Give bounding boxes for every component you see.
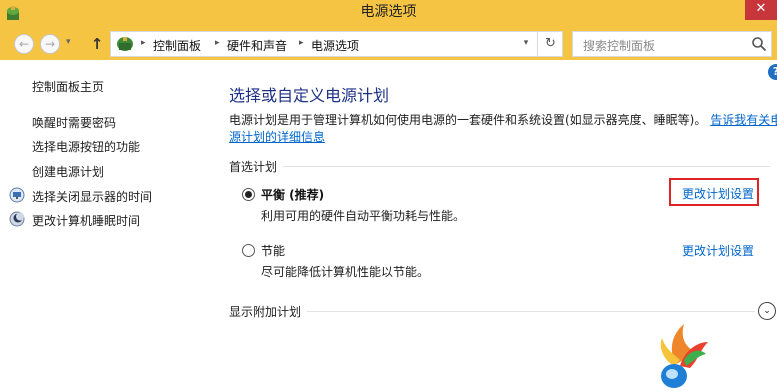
change-plan-settings-link-power-saver[interactable]: 更改计划设置 [682, 242, 754, 259]
window-title: 电源选项 [360, 4, 417, 20]
control-panel-home-link[interactable]: 控制面板主页 [32, 78, 104, 95]
section-divider [229, 166, 770, 167]
expand-chevron-icon[interactable]: ⌄ [758, 302, 776, 320]
plan-power-saver-radio[interactable] [242, 244, 255, 257]
breadcrumb-separator: ▸ [215, 38, 220, 48]
up-button[interactable]: ↑ [88, 34, 106, 54]
section-divider [229, 311, 755, 312]
sidebar-item-require-password[interactable]: 唤醒时需要密码 [32, 114, 116, 131]
search-input[interactable]: 搜索控制面板 [572, 31, 772, 57]
search-icon[interactable] [751, 36, 767, 52]
forward-button[interactable]: → [40, 34, 60, 54]
sidebar-item-display-off[interactable]: 选择关闭显示器的时间 [32, 188, 152, 205]
preferred-plans-heading: 首选计划 [229, 158, 284, 175]
watermark-logo [660, 324, 708, 388]
plan-balanced-radio[interactable] [242, 188, 255, 201]
plan-balanced-description: 利用可用的硬件自动平衡功耗与性能。 [261, 209, 466, 223]
learn-more-link[interactable]: 告诉我有关电 [710, 113, 777, 127]
help-icon[interactable]: ? [768, 64, 777, 80]
title-bar: 电源选项 ✕ [0, 0, 777, 28]
description-text: 电源计划是用于管理计算机如何使用电源的一套硬件和系统设置(如显示器亮度、睡眠等)… [229, 113, 707, 127]
plan-balanced-name[interactable]: 平衡 (推荐) [261, 186, 324, 203]
address-dropdown-icon[interactable]: ▾ [519, 38, 533, 52]
plan-power-saver-description: 尽可能降低计算机性能以节能。 [261, 265, 430, 279]
breadcrumb-separator: ▸ [299, 38, 304, 48]
breadcrumb-separator: ▸ [141, 38, 146, 48]
description-line-1: 电源计划是用于管理计算机如何使用电源的一套硬件和系统设置(如显示器亮度、睡眠等)… [229, 111, 777, 128]
breadcrumb-item[interactable]: 硬件和声音 [227, 37, 287, 54]
description-line-2: 源计划的详细信息 [229, 128, 325, 145]
monitor-icon [9, 187, 25, 203]
control-panel-icon [117, 37, 133, 51]
moon-icon [9, 211, 25, 227]
breadcrumb-item[interactable]: 电源选项 [311, 37, 359, 54]
breadcrumb-item[interactable]: 控制面板 [153, 37, 201, 54]
sidebar-item-power-buttons[interactable]: 选择电源按钮的功能 [32, 138, 140, 155]
back-button[interactable]: ← [14, 34, 34, 54]
learn-more-link-cont[interactable]: 源计划的详细信息 [229, 130, 325, 144]
highlight-annotation [669, 178, 759, 206]
address-bar: ← → ▾ ↑ ▸ 控制面板 ▸ 硬件和声音 ▸ 电源选项 ▾ ↻ 搜索控制面板 [0, 28, 777, 60]
search-placeholder: 搜索控制面板 [583, 39, 656, 53]
sidebar-item-create-plan[interactable]: 创建电源计划 [32, 163, 104, 180]
plan-power-saver-name[interactable]: 节能 [261, 242, 285, 259]
close-button[interactable]: ✕ [745, 0, 777, 20]
page-title: 选择或自定义电源计划 [229, 86, 390, 105]
sidebar-item-sleep-time[interactable]: 更改计算机睡眠时间 [32, 212, 140, 229]
recent-locations-icon[interactable]: ▾ [66, 37, 71, 47]
additional-plans-heading[interactable]: 显示附加计划 [229, 303, 308, 320]
address-box[interactable]: ▸ 控制面板 ▸ 硬件和声音 ▸ 电源选项 ▾ ↻ [110, 31, 563, 57]
refresh-button[interactable]: ↻ [537, 32, 563, 56]
